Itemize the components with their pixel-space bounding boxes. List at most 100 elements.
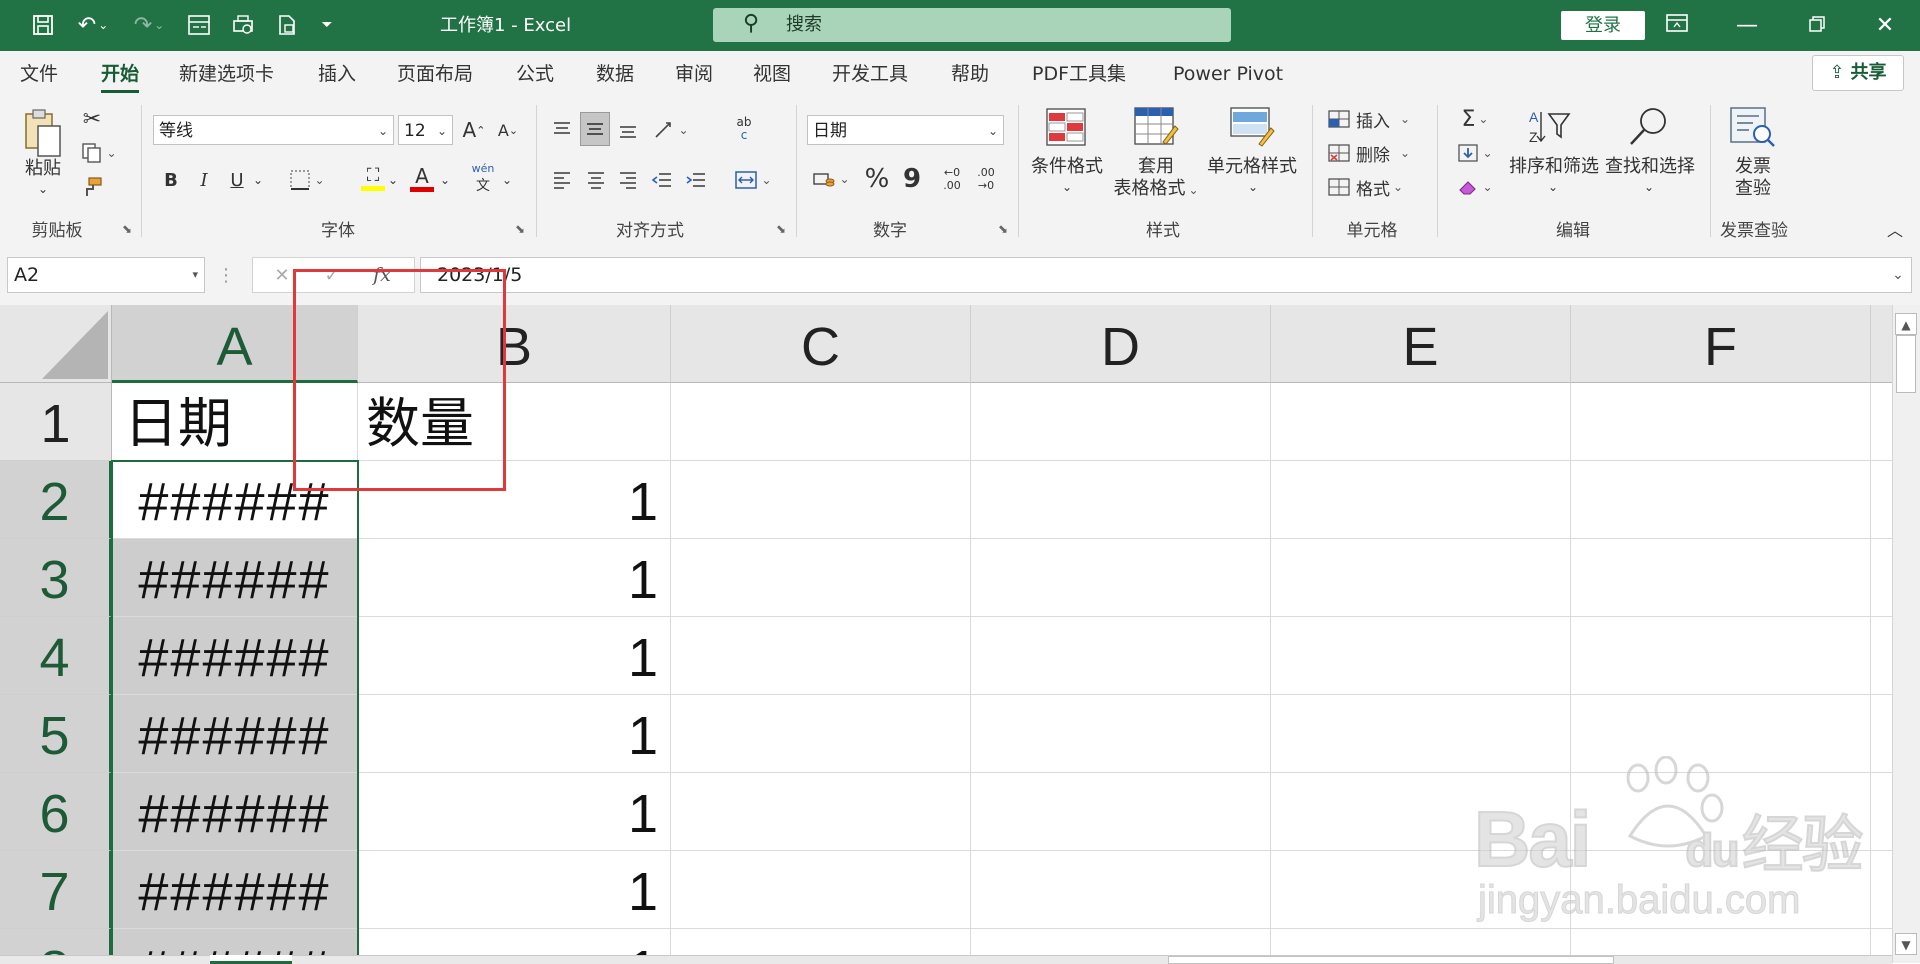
- redo-icon[interactable]: ↷ ⌄: [126, 10, 172, 40]
- share-button[interactable]: ⇪ 共享: [1812, 55, 1904, 91]
- autosum-icon[interactable]: Σ ⌄: [1452, 105, 1498, 133]
- cell-f1[interactable]: [1571, 383, 1871, 461]
- font-size-combo[interactable]: 12 ⌄: [398, 115, 453, 145]
- copy-icon[interactable]: ⌄: [76, 139, 122, 167]
- cell-c5[interactable]: [671, 695, 971, 773]
- fill-color-dropdown-icon[interactable]: ⌄: [386, 165, 400, 195]
- number-launcher-icon[interactable]: ⬊: [998, 222, 1008, 236]
- tab-pdf-tools[interactable]: PDF工具集: [1032, 51, 1126, 97]
- cell-b6[interactable]: 1: [358, 773, 671, 851]
- cell-d6[interactable]: [971, 773, 1271, 851]
- cell-g4[interactable]: [1871, 617, 1892, 695]
- find-select-icon[interactable]: [1624, 105, 1672, 149]
- tab-review[interactable]: 审阅: [675, 51, 713, 97]
- format-as-table-icon[interactable]: [1132, 105, 1180, 149]
- cut-icon[interactable]: ✂: [78, 105, 106, 133]
- cell-d7[interactable]: [971, 851, 1271, 929]
- search-box[interactable]: ⚲ 搜索: [713, 8, 1231, 42]
- delete-cells-button[interactable]: 删除 ⌄: [1328, 139, 1420, 167]
- font-launcher-icon[interactable]: ⬊: [515, 222, 525, 236]
- paste-icon[interactable]: [20, 105, 66, 163]
- borders-button[interactable]: ⌄: [284, 165, 330, 195]
- cell-g3[interactable]: [1871, 539, 1892, 617]
- paste-dropdown-icon[interactable]: ⌄: [30, 181, 56, 197]
- tab-power-pivot[interactable]: Power Pivot: [1173, 51, 1283, 97]
- format-as-table-label-2[interactable]: 表格格式 ⌄: [1106, 177, 1206, 202]
- cell-e4[interactable]: [1271, 617, 1571, 695]
- font-color-dropdown-icon[interactable]: ⌄: [438, 165, 452, 195]
- cell-b1[interactable]: 数量: [358, 383, 671, 461]
- cell-a7[interactable]: ######: [112, 851, 358, 929]
- row-header-3[interactable]: 3: [0, 539, 112, 617]
- accounting-format-icon[interactable]: ⌄: [808, 163, 854, 195]
- format-painter-icon[interactable]: [78, 173, 106, 201]
- cell-styles-icon[interactable]: [1228, 105, 1276, 149]
- collapse-ribbon-icon[interactable]: ︿: [1884, 219, 1906, 240]
- clipboard-launcher-icon[interactable]: ⬊: [122, 222, 132, 236]
- column-header-c[interactable]: C: [671, 305, 971, 383]
- find-select-label[interactable]: 查找和选择: [1600, 155, 1700, 178]
- clear-icon[interactable]: ⌄: [1452, 173, 1498, 201]
- cell-d2[interactable]: [971, 461, 1271, 539]
- expand-formula-bar-icon[interactable]: ⌄: [1886, 257, 1910, 293]
- invoice-label-1[interactable]: 发票: [1720, 155, 1786, 178]
- chevron-down-icon[interactable]: ⌄: [1542, 179, 1564, 195]
- scroll-up-icon[interactable]: ▲: [1895, 313, 1917, 335]
- tab-page-layout[interactable]: 页面布局: [397, 51, 473, 97]
- column-header-a[interactable]: A: [112, 305, 358, 383]
- close-icon[interactable]: ✕: [1850, 0, 1920, 51]
- sort-filter-label[interactable]: 排序和筛选: [1504, 155, 1604, 178]
- chevron-down-icon[interactable]: ⌄: [1242, 179, 1264, 195]
- row-header-6[interactable]: 6: [0, 773, 112, 851]
- row-header-2[interactable]: 2: [0, 461, 112, 539]
- alignment-launcher-icon[interactable]: ⬊: [776, 222, 786, 236]
- wrap-text-icon[interactable]: ab c: [728, 111, 760, 147]
- insert-cells-button[interactable]: 插入 ⌄: [1328, 105, 1420, 133]
- align-bottom-icon[interactable]: [614, 115, 642, 145]
- cell-styles-label[interactable]: 单元格样式: [1202, 155, 1302, 178]
- tab-file[interactable]: 文件: [20, 51, 58, 97]
- phonetic-guide-button[interactable]: wén 文: [466, 161, 500, 195]
- name-box[interactable]: A2 ▾: [7, 257, 205, 293]
- align-center-icon[interactable]: [582, 165, 610, 195]
- print-preview-icon[interactable]: [226, 10, 260, 40]
- decrease-indent-icon[interactable]: [648, 165, 676, 195]
- ribbon-display-icon[interactable]: [1642, 0, 1712, 51]
- align-left-icon[interactable]: [548, 165, 576, 195]
- invoice-check-icon[interactable]: [1728, 105, 1778, 149]
- formula-bar-grip-icon[interactable]: ⋮: [216, 257, 236, 293]
- row-header-4[interactable]: 4: [0, 617, 112, 695]
- row-header-7[interactable]: 7: [0, 851, 112, 929]
- cell-d5[interactable]: [971, 695, 1271, 773]
- merge-center-icon[interactable]: ⌄: [728, 165, 778, 195]
- font-color-button[interactable]: A: [404, 161, 440, 195]
- decrease-font-size-button[interactable]: A ⌄: [493, 115, 523, 145]
- cell-c4[interactable]: [671, 617, 971, 695]
- increase-font-size-button[interactable]: A ⌃: [459, 115, 489, 145]
- undo-icon[interactable]: ↶ ⌄: [70, 10, 116, 40]
- insert-function-icon[interactable]: fx: [365, 258, 399, 292]
- cell-g2[interactable]: [1871, 461, 1892, 539]
- tab-view[interactable]: 视图: [753, 51, 791, 97]
- vertical-scroll-thumb[interactable]: [1896, 335, 1916, 393]
- cell-f2[interactable]: [1571, 461, 1871, 539]
- cell-b3[interactable]: 1: [358, 539, 671, 617]
- cell-b7[interactable]: 1: [358, 851, 671, 929]
- italic-button[interactable]: I: [191, 165, 217, 195]
- cell-a4[interactable]: ######: [112, 617, 358, 695]
- row-header-5[interactable]: 5: [0, 695, 112, 773]
- login-button[interactable]: 登录: [1561, 11, 1645, 40]
- cell-b4[interactable]: 1: [358, 617, 671, 695]
- chevron-down-icon[interactable]: ⌄: [1638, 179, 1660, 195]
- cell-f3[interactable]: [1571, 539, 1871, 617]
- tab-formulas[interactable]: 公式: [516, 51, 554, 97]
- row-header-1[interactable]: 1: [0, 383, 112, 461]
- cell-f4[interactable]: [1571, 617, 1871, 695]
- cell-d4[interactable]: [971, 617, 1271, 695]
- customize-toolbar-icon[interactable]: ⏷: [314, 10, 340, 40]
- cell-d3[interactable]: [971, 539, 1271, 617]
- scroll-down-icon[interactable]: ▼: [1895, 933, 1917, 955]
- column-header-e[interactable]: E: [1271, 305, 1571, 383]
- select-all-button[interactable]: [0, 305, 112, 383]
- paste-label[interactable]: 粘贴: [20, 157, 66, 180]
